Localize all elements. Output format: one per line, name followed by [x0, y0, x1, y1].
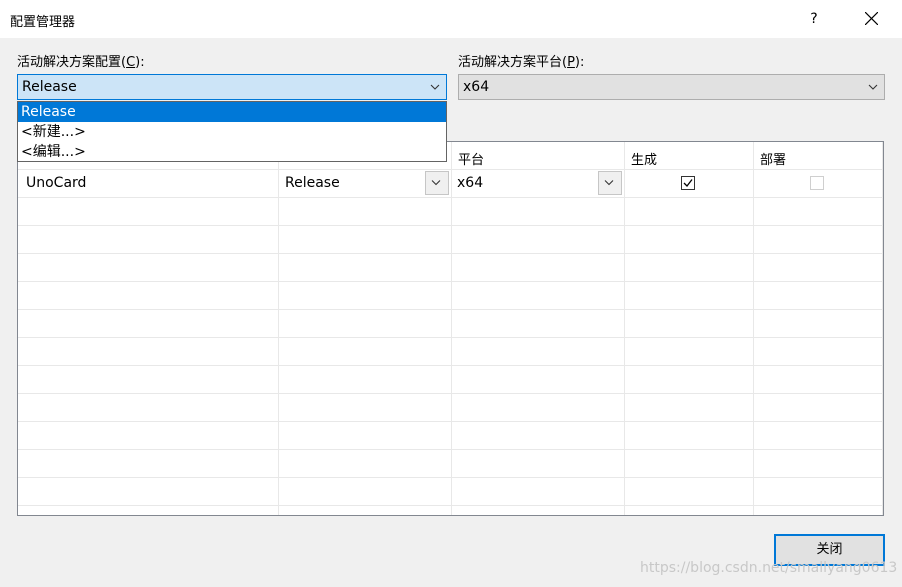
- project-name-cell: UnoCard: [26, 175, 87, 191]
- chevron-down-icon: [868, 84, 878, 90]
- dropdown-option-edit[interactable]: <编辑...>: [18, 142, 446, 162]
- close-icon: [865, 12, 878, 25]
- project-platform-combo[interactable]: x64: [452, 171, 622, 195]
- chevron-down-icon: [431, 180, 441, 186]
- header-build: 生成: [631, 153, 658, 168]
- title-bar: 配置管理器 ?: [0, 0, 902, 38]
- header-platform: 平台: [458, 153, 485, 168]
- close-window-button[interactable]: [848, 0, 896, 38]
- solution-config-value: Release: [22, 79, 77, 95]
- solution-platform-label: 活动解决方案平台(P):: [458, 55, 585, 70]
- window-title: 配置管理器: [10, 15, 76, 30]
- project-contexts-grid[interactable]: 平台 生成 部署 UnoCard Release x64: [17, 141, 884, 516]
- build-checkbox[interactable]: [681, 176, 695, 190]
- help-button[interactable]: ?: [792, 0, 836, 38]
- configuration-dropdown-button[interactable]: [425, 171, 449, 195]
- dropdown-option-new[interactable]: <新建...>: [18, 122, 446, 142]
- solution-config-dropdown-list: Release <新建...> <编辑...>: [17, 101, 447, 162]
- platform-dropdown-button[interactable]: [598, 171, 622, 195]
- deploy-checkbox[interactable]: [810, 176, 824, 190]
- solution-config-label: 活动解决方案配置(C):: [17, 55, 145, 70]
- project-platform-value: x64: [457, 175, 484, 191]
- watermark: https://blog.csdn.net/smallyang0613: [640, 560, 898, 576]
- checkmark-icon: [683, 179, 693, 187]
- chevron-down-icon: [430, 84, 440, 90]
- chevron-down-icon: [604, 180, 614, 186]
- solution-platform-value: x64: [463, 79, 490, 95]
- dropdown-option-release[interactable]: Release: [18, 102, 446, 122]
- header-deploy: 部署: [760, 153, 787, 168]
- project-configuration-value: Release: [285, 175, 340, 191]
- project-configuration-combo[interactable]: Release: [279, 171, 449, 195]
- solution-platform-combo[interactable]: x64: [458, 74, 885, 100]
- solution-config-combo[interactable]: Release: [17, 74, 447, 100]
